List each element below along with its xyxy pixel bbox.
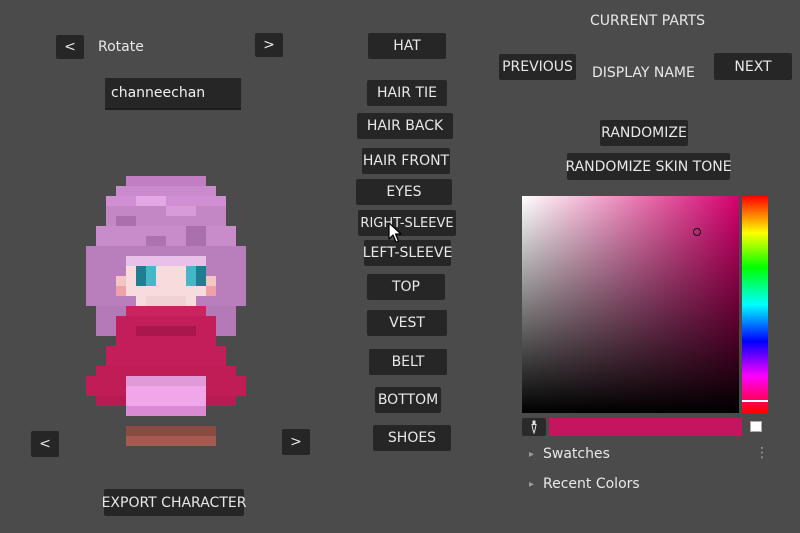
current-parts-title: CURRENT PARTS	[590, 13, 706, 29]
sprite-skirt	[126, 406, 206, 416]
character-name-input[interactable]	[105, 78, 241, 110]
part-button-hair-back[interactable]: HAIR BACK	[357, 113, 453, 139]
sprite-hair-shade	[186, 226, 206, 246]
randomize-button[interactable]: RANDOMIZE	[600, 120, 688, 146]
rotate-label: Rotate	[98, 39, 144, 55]
part-button-bottom[interactable]: BOTTOM	[375, 387, 441, 413]
sprite-hair-shade	[146, 236, 166, 246]
swatches-section[interactable]: ▸ Swatches	[529, 446, 610, 462]
recent-colors-label: Recent Colors	[543, 476, 640, 492]
sprite-dress	[96, 366, 236, 376]
color-saturation-value-area[interactable]	[522, 196, 739, 413]
sprite-hair	[116, 186, 216, 196]
sprite-hair-shade	[116, 216, 136, 226]
eyedropper-icon	[531, 420, 537, 434]
previous-button[interactable]: PREVIOUS	[499, 54, 576, 80]
sprite-dress	[106, 346, 226, 366]
sprite-shoes	[126, 436, 216, 446]
sprite-blush	[206, 286, 216, 296]
current-color-swatch	[549, 418, 742, 436]
part-button-hair-front[interactable]: HAIR FRONT	[362, 148, 450, 174]
part-button-belt[interactable]: BELT	[369, 349, 447, 375]
eyedropper-button[interactable]	[522, 418, 546, 436]
sprite-blush	[116, 286, 126, 296]
sprite-eye	[186, 266, 196, 286]
sprite-eye	[196, 266, 206, 286]
preview-right-button[interactable]: >	[282, 429, 310, 455]
sprite-eye	[146, 266, 156, 286]
sprite-dress-shade	[136, 326, 196, 336]
part-button-right-sleeve[interactable]: RIGHT-SLEEVE	[358, 210, 456, 236]
hue-slider-marker[interactable]	[742, 400, 768, 402]
sprite-shoes	[126, 426, 216, 436]
next-button[interactable]: NEXT	[714, 53, 792, 80]
rotate-left-button[interactable]: <	[56, 35, 84, 59]
character-preview	[86, 176, 246, 446]
recent-colors-section[interactable]: ▸ Recent Colors	[529, 476, 640, 492]
rotate-right-button[interactable]: >	[255, 33, 283, 57]
part-button-top[interactable]: TOP	[367, 274, 445, 300]
part-button-hair-tie[interactable]: HAIR TIE	[367, 80, 447, 106]
randomize-skin-tone-button[interactable]: RANDOMIZE SKIN TONE	[565, 153, 732, 180]
display-name-label: DISPLAY NAME	[592, 65, 695, 81]
kebab-menu-icon[interactable]: ⋮	[755, 446, 769, 460]
sprite-neck	[146, 296, 186, 306]
sprite-eye	[136, 266, 146, 286]
sprite-dress	[126, 306, 206, 316]
export-character-button[interactable]: EXPORT CHARACTER	[102, 489, 246, 516]
preview-left-button[interactable]: <	[31, 431, 59, 457]
part-button-left-sleeve[interactable]: LEFT-SLEEVE	[363, 240, 452, 266]
part-button-vest[interactable]: VEST	[367, 310, 447, 336]
color-mode-icon[interactable]	[750, 421, 762, 432]
part-button-hat[interactable]: HAT	[368, 33, 446, 59]
part-button-eyes[interactable]: EYES	[356, 179, 452, 205]
sprite-hair	[126, 176, 206, 186]
sprite-skirt	[126, 386, 206, 406]
hue-slider[interactable]	[742, 196, 768, 413]
sprite-hair-highlight	[136, 196, 166, 206]
swatches-label: Swatches	[543, 446, 610, 462]
sprite-skirt	[126, 376, 206, 386]
part-button-shoes[interactable]: SHOES	[373, 425, 451, 451]
color-picker-handle[interactable]	[693, 228, 701, 236]
sprite-bangs	[126, 256, 206, 266]
mouse-cursor-icon	[388, 222, 402, 243]
chevron-right-icon: ▸	[529, 478, 535, 490]
chevron-right-icon: ▸	[529, 448, 535, 460]
sprite-hair-highlight	[166, 206, 196, 216]
